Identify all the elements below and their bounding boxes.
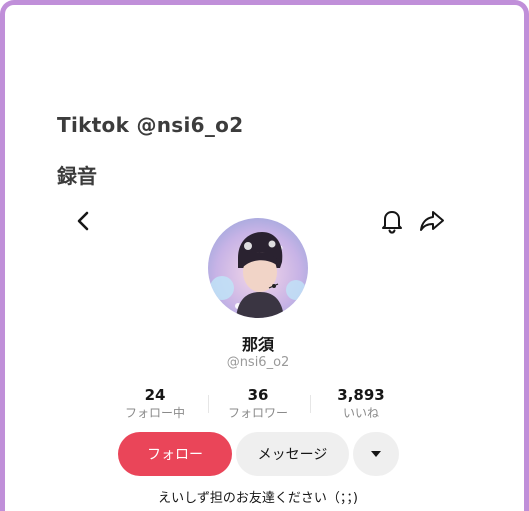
following-count: 24 xyxy=(144,386,166,404)
caret-down-icon xyxy=(371,450,381,457)
screenshot-frame: Tiktok @nsi6_o2 録音 那須 @nsi6_o2 24 フォロー中 … xyxy=(0,0,529,511)
bell-icon xyxy=(382,211,402,234)
avatar[interactable] xyxy=(208,218,308,318)
stat-following[interactable]: 24 フォロー中 xyxy=(105,385,205,421)
more-options-button[interactable] xyxy=(353,432,399,476)
following-label: フォロー中 xyxy=(124,406,185,420)
share-button[interactable] xyxy=(417,206,447,236)
stat-followers[interactable]: 36 フォロワー xyxy=(208,385,308,421)
follow-button[interactable]: フォロー xyxy=(118,432,232,476)
profile-bio: えいしず担のお友達ください（；；) xyxy=(158,491,358,506)
notification-bell-button[interactable] xyxy=(377,206,407,236)
followers-label: フォロワー xyxy=(227,406,288,420)
avatar-photo xyxy=(208,218,308,318)
post-title: Tiktok @nsi6_o2 xyxy=(57,113,244,137)
back-button[interactable] xyxy=(68,206,98,236)
message-button[interactable]: メッセージ xyxy=(236,432,349,476)
likes-label: いいね xyxy=(342,406,379,420)
username-handle: @nsi6_o2 xyxy=(226,355,290,370)
post-subtitle: 録音 xyxy=(57,164,97,188)
likes-count: 3,893 xyxy=(337,386,385,404)
followers-count: 36 xyxy=(247,386,269,404)
stat-likes[interactable]: 3,893 いいね xyxy=(311,385,411,421)
display-name: 那須 xyxy=(241,335,274,354)
chevron-left-icon xyxy=(77,211,89,231)
share-arrow-icon xyxy=(420,211,444,231)
